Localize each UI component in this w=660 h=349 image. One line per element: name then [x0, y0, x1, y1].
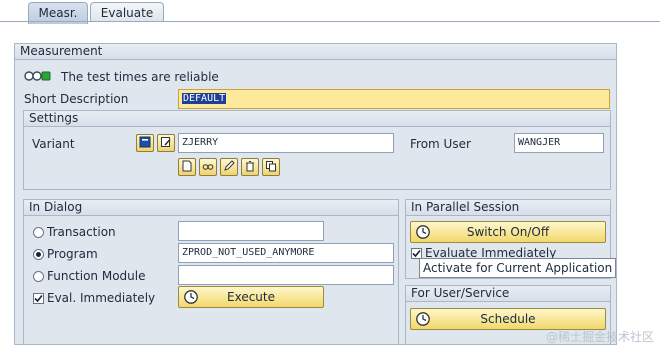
glasses-icon: [202, 160, 214, 175]
short-description-value: DEFAULT: [182, 93, 227, 104]
change-variant-button[interactable]: [220, 158, 238, 176]
short-description-field[interactable]: DEFAULT: [178, 89, 610, 109]
parallel-session-group: In Parallel Session Switch On/Off Evalua…: [405, 199, 617, 279]
eval-immediately-checkbox[interactable]: [33, 293, 44, 304]
switch-on-off-label: Switch On/Off: [466, 225, 550, 239]
new-document-icon: [181, 160, 193, 175]
eval-immediately-label: Eval. Immediately: [47, 291, 156, 305]
variant-input[interactable]: ZJERRY: [178, 133, 394, 153]
create-variant-button[interactable]: [178, 158, 196, 176]
switch-on-off-button[interactable]: Switch On/Off: [410, 221, 606, 243]
trash-icon: [244, 160, 256, 175]
copy-variant-button[interactable]: [262, 158, 280, 176]
tab-measurement-label: Measr.: [38, 6, 78, 20]
in-dialog-group: In Dialog Transaction Program ZPROD_NOT_…: [23, 199, 399, 345]
execute-clock-icon: [183, 289, 199, 305]
from-user-label: From User: [410, 137, 471, 151]
schedule-label: Schedule: [480, 312, 536, 326]
tab-evaluate[interactable]: Evaluate: [90, 2, 164, 22]
measurement-panel: Measurement The test times are reliable …: [14, 43, 617, 345]
execute-button[interactable]: Execute: [178, 286, 324, 308]
delete-variant-button[interactable]: [241, 158, 259, 176]
variant-edit-button[interactable]: [157, 134, 175, 152]
tab-evaluate-label: Evaluate: [100, 6, 154, 20]
measurement-title: Measurement: [20, 44, 103, 58]
program-radio[interactable]: [33, 249, 44, 260]
status-text: The test times are reliable: [61, 70, 219, 84]
function-module-radio[interactable]: [33, 271, 44, 282]
user-service-title: For User/Service: [411, 286, 510, 300]
function-module-label: Function Module: [47, 269, 146, 283]
watermark: @稀土掘金技术社区: [545, 330, 654, 344]
checkmark-icon: [34, 294, 43, 303]
program-input[interactable]: ZPROD_NOT_USED_ANYMORE: [178, 243, 394, 263]
transaction-label: Transaction: [47, 225, 116, 239]
in-dialog-header: In Dialog: [24, 200, 398, 216]
variant-list-icon: [139, 136, 151, 151]
parallel-session-title: In Parallel Session: [411, 200, 520, 214]
display-variant-button[interactable]: [199, 158, 217, 176]
traffic-light-icon: [24, 70, 54, 82]
parallel-session-header: In Parallel Session: [406, 200, 610, 216]
schedule-clock-icon: [415, 311, 431, 327]
program-label: Program: [47, 247, 98, 261]
execute-label: Execute: [227, 290, 275, 304]
from-user-input[interactable]: WANGJER: [514, 133, 604, 153]
transaction-radio[interactable]: [33, 227, 44, 238]
transaction-input[interactable]: [178, 221, 324, 241]
variant-edit-icon: [160, 136, 172, 151]
settings-title: Settings: [29, 111, 79, 125]
function-module-input[interactable]: [178, 265, 394, 285]
pencil-icon: [223, 159, 235, 175]
variant-select-button[interactable]: [136, 134, 154, 152]
tab-divider: [0, 21, 660, 22]
schedule-button[interactable]: Schedule: [410, 308, 606, 330]
checkmark-icon: [412, 249, 421, 258]
variant-label: Variant: [32, 137, 75, 151]
settings-group: Settings Variant ZJERRY From User WANGJE…: [23, 110, 611, 190]
tooltip: Activate for Current Application: [419, 258, 617, 278]
copy-icon: [265, 160, 277, 175]
user-service-header: For User/Service: [406, 286, 610, 302]
short-description-label: Short Description: [24, 92, 129, 106]
switch-clock-icon: [415, 224, 431, 240]
measurement-header: Measurement: [15, 44, 616, 60]
settings-header: Settings: [24, 111, 610, 127]
in-dialog-title: In Dialog: [29, 200, 83, 214]
